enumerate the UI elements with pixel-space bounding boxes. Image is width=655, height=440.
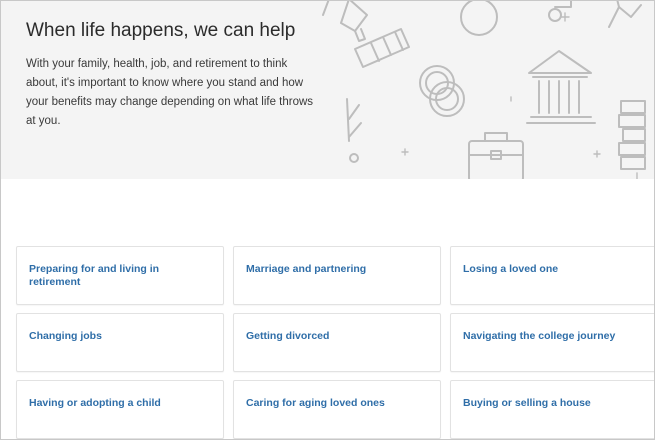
life-event-label[interactable]: Changing jobs bbox=[29, 330, 209, 343]
life-event-label[interactable]: Buying or selling a house bbox=[463, 397, 643, 410]
life-event-college[interactable]: Navigating the college journey bbox=[450, 313, 654, 372]
life-event-loss[interactable]: Losing a loved one bbox=[450, 246, 654, 305]
life-event-label[interactable]: Getting divorced bbox=[246, 330, 426, 343]
life-event-house[interactable]: Buying or selling a house bbox=[450, 380, 654, 439]
life-event-child[interactable]: Having or adopting a child bbox=[16, 380, 224, 439]
hero-text: When life happens, we can help With your… bbox=[26, 18, 326, 131]
life-event-label[interactable]: Caring for aging loved ones bbox=[246, 397, 426, 410]
bank-icon bbox=[526, 50, 596, 124]
hero-description: With your family, health, job, and retir… bbox=[26, 58, 314, 127]
life-events-illustration bbox=[322, 1, 646, 179]
life-event-marriage[interactable]: Marriage and partnering bbox=[233, 246, 441, 305]
person-icon bbox=[608, 1, 642, 28]
hook-icon bbox=[346, 98, 362, 163]
life-event-label[interactable]: Navigating the college journey bbox=[463, 330, 643, 343]
briefcase-icon bbox=[468, 132, 524, 179]
hero-banner: When life happens, we can help With your… bbox=[1, 1, 654, 179]
life-event-label[interactable]: Having or adopting a child bbox=[29, 397, 209, 410]
rings-icon bbox=[419, 65, 465, 117]
life-event-retirement[interactable]: Preparing for and living in retirement bbox=[16, 246, 224, 305]
books-icon bbox=[618, 100, 646, 170]
arch-icon bbox=[460, 1, 572, 36]
life-event-label[interactable]: Marriage and partnering bbox=[246, 263, 426, 276]
life-event-label[interactable]: Preparing for and living in retirement bbox=[29, 263, 209, 289]
page-frame: When life happens, we can help With your… bbox=[0, 0, 655, 440]
life-event-caregiving[interactable]: Caring for aging loved ones bbox=[233, 380, 441, 439]
page-title: When life happens, we can help bbox=[26, 20, 296, 41]
tie-icon bbox=[322, 1, 368, 42]
life-event-label[interactable]: Losing a loved one bbox=[463, 263, 643, 276]
life-event-divorce[interactable]: Getting divorced bbox=[233, 313, 441, 372]
life-event-changing-jobs[interactable]: Changing jobs bbox=[16, 313, 224, 372]
